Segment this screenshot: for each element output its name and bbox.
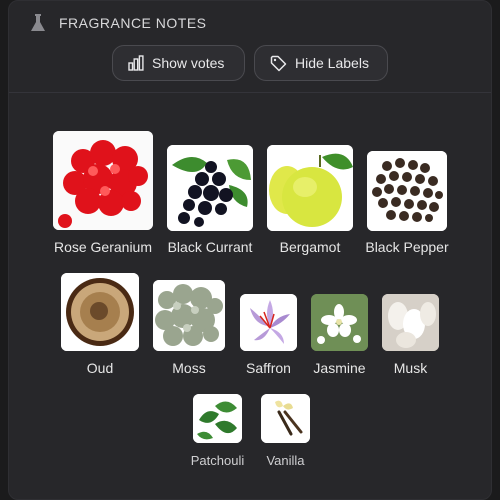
note-vanilla[interactable]: Vanilla (261, 394, 310, 468)
note-label: Jasmine (313, 360, 366, 376)
note-rose-geranium[interactable]: Rose Geranium (53, 131, 153, 255)
rose-geranium-icon (53, 131, 153, 230)
note-black-pepper[interactable]: Black Pepper (365, 151, 449, 255)
oud-icon (61, 273, 139, 351)
musk-icon (382, 294, 439, 351)
moss-icon (153, 280, 225, 351)
tag-icon (270, 55, 287, 71)
note-label: Saffron (246, 360, 291, 376)
note-oud[interactable]: Oud (61, 273, 139, 376)
note-label: Moss (172, 360, 206, 376)
patchouli-icon (193, 394, 242, 443)
note-label: Oud (86, 360, 114, 376)
show-votes-label: Show votes (152, 55, 225, 71)
black-currant-icon (167, 145, 253, 231)
note-label: Patchouli (190, 453, 245, 468)
bergamot-icon (267, 145, 353, 231)
note-musk[interactable]: Musk (382, 294, 439, 376)
note-moss[interactable]: Moss (153, 280, 225, 376)
note-label: Vanilla (266, 453, 305, 468)
hide-labels-label: Hide Labels (295, 55, 369, 71)
divider (9, 92, 491, 93)
jasmine-icon (311, 294, 368, 351)
show-votes-button[interactable]: Show votes (112, 45, 245, 81)
note-label: Bergamot (279, 239, 341, 255)
section-header: FRAGRANCE NOTES (29, 13, 207, 33)
note-label: Black Pepper (365, 239, 449, 255)
note-label: Black Currant (167, 239, 253, 255)
note-bergamot[interactable]: Bergamot (267, 145, 353, 255)
flask-icon (31, 14, 45, 31)
note-label: Rose Geranium (53, 239, 153, 255)
note-patchouli[interactable]: Patchouli (191, 394, 244, 468)
saffron-icon (240, 294, 297, 351)
note-jasmine[interactable]: Jasmine (311, 294, 368, 376)
hide-labels-button[interactable]: Hide Labels (254, 45, 388, 81)
note-label: Musk (393, 360, 428, 376)
black-pepper-icon (367, 151, 447, 231)
bar-chart-icon (128, 55, 144, 71)
vanilla-icon (261, 394, 310, 443)
section-title: FRAGRANCE NOTES (59, 15, 207, 31)
note-saffron[interactable]: Saffron (240, 294, 297, 376)
note-black-currant[interactable]: Black Currant (167, 145, 253, 255)
